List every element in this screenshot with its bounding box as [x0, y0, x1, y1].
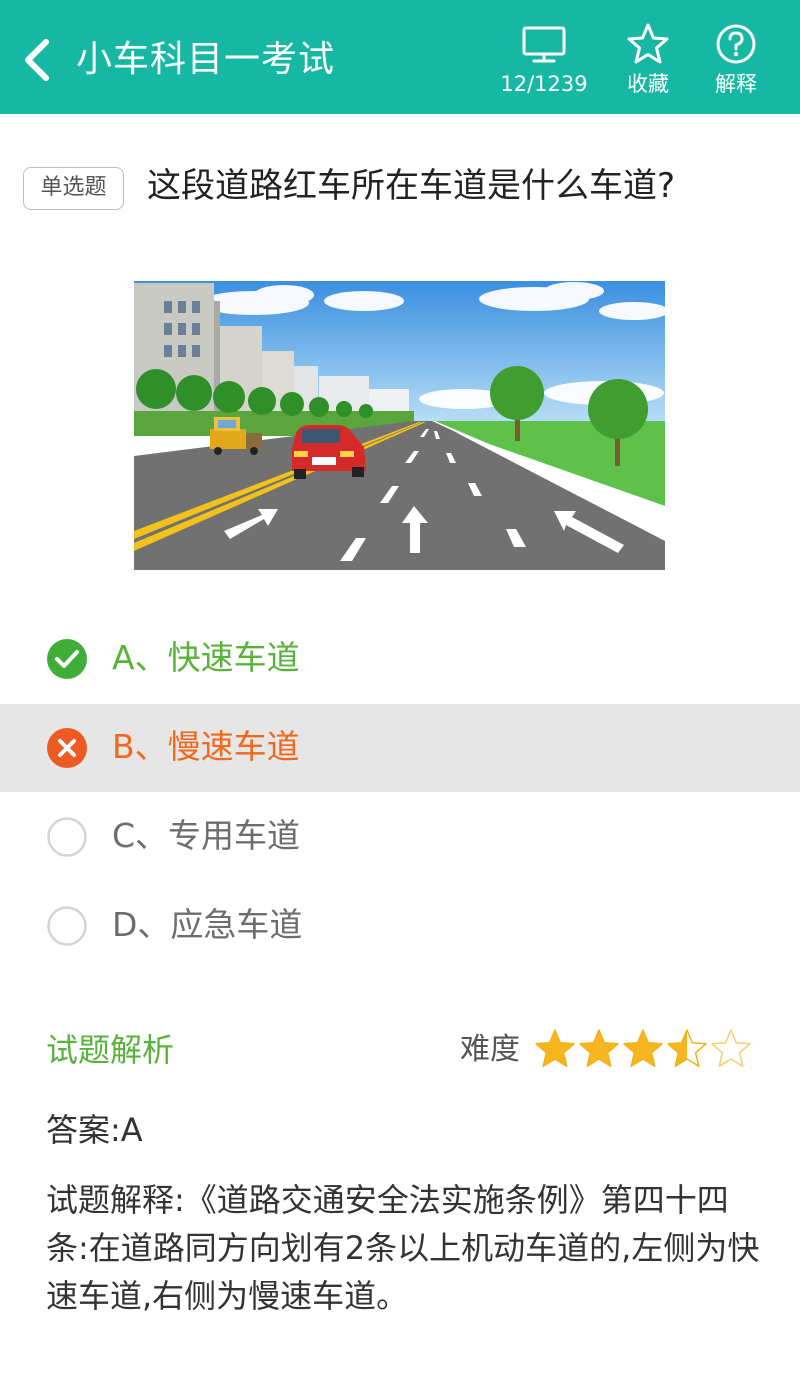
- answer-text: 答案:A: [46, 1111, 143, 1149]
- question-progress-button[interactable]: 12/1239: [496, 22, 592, 98]
- option-c-label: C、专用车道: [112, 816, 301, 855]
- difficulty-star-icon: [711, 1029, 751, 1067]
- star-icon: [627, 23, 669, 64]
- question-type-badge: 单选题: [23, 167, 124, 210]
- road-scene-image: [134, 281, 665, 570]
- favorite-label: 收藏: [627, 72, 669, 96]
- page-title: 小车科目一考试: [76, 39, 336, 80]
- top-bar: 小车科目一考试 12/1239 收藏 解释: [0, 0, 800, 114]
- monitor-icon: [522, 26, 566, 63]
- radio-empty-icon: [47, 817, 87, 857]
- question-text: 这段道路红车所在车道是什么车道?: [147, 166, 676, 206]
- difficulty-star-icon: [623, 1029, 663, 1067]
- back-arrow-icon: [25, 39, 49, 81]
- difficulty-star-icon: [667, 1029, 707, 1067]
- radio-empty-icon: [47, 906, 87, 946]
- help-icon: [716, 24, 756, 64]
- option-b[interactable]: B、慢速车道: [0, 704, 800, 792]
- analysis-title: 试题解析: [46, 1031, 175, 1069]
- x-circle-icon: [47, 728, 87, 768]
- option-a[interactable]: A、快速车道: [0, 615, 800, 703]
- option-d-label: D、应急车道: [112, 905, 303, 944]
- option-c[interactable]: C、专用车道: [0, 793, 800, 881]
- progress-counter: 12/1239: [500, 72, 588, 96]
- favorite-button[interactable]: 收藏: [612, 22, 684, 98]
- difficulty-label: 难度: [460, 1032, 520, 1067]
- option-b-label: B、慢速车道: [112, 727, 300, 766]
- difficulty-rating: [535, 1029, 751, 1067]
- explanation-text: 试题解释:《道路交通安全法实施条例》第四十四条:在道路同方向划有2条以上机动车道…: [46, 1181, 760, 1315]
- option-d[interactable]: D、应急车道: [0, 882, 800, 970]
- option-a-label: A、快速车道: [112, 638, 300, 677]
- check-circle-icon: [47, 639, 87, 679]
- explain-button[interactable]: 解释: [700, 22, 772, 98]
- difficulty-star-icon: [579, 1029, 619, 1067]
- difficulty-star-icon: [535, 1029, 575, 1067]
- back-button[interactable]: [16, 30, 64, 90]
- explain-label: 解释: [715, 72, 757, 96]
